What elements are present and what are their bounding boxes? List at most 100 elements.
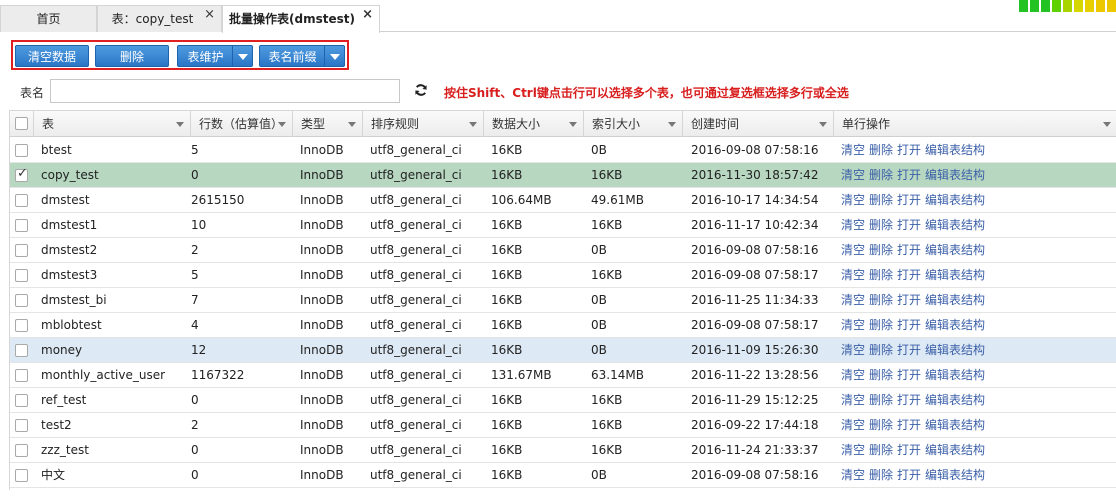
edit-structure-link[interactable]: 编辑表结构: [925, 443, 985, 457]
column-menu-icon[interactable]: [668, 122, 676, 127]
column-menu-icon[interactable]: [569, 122, 577, 127]
row-checkbox[interactable]: [15, 469, 28, 482]
table-row[interactable]: 中文 0 InnoDB utf8_general_ci 16KB 0B 2016-09-08…: [10, 463, 1116, 488]
clear-row-link[interactable]: 清空: [841, 343, 865, 357]
open-row-link[interactable]: 打开: [897, 268, 921, 282]
delete-button[interactable]: 删除: [95, 45, 169, 67]
delete-row-link[interactable]: 删除: [869, 343, 893, 357]
column-menu-icon[interactable]: [1103, 122, 1111, 127]
delete-row-link[interactable]: 删除: [869, 243, 893, 257]
close-icon[interactable]: ×: [362, 2, 373, 28]
open-row-link[interactable]: 打开: [897, 243, 921, 257]
table-row[interactable]: dmstest_bi 7 InnoDB utf8_general_ci 16KB 0B 20…: [10, 288, 1116, 313]
row-checkbox[interactable]: [15, 369, 28, 382]
row-checkbox[interactable]: [15, 244, 28, 257]
tab-batch-operation[interactable]: 批量操作表(dmstest) ×: [222, 5, 380, 33]
delete-row-link[interactable]: 删除: [869, 268, 893, 282]
row-checkbox[interactable]: [15, 269, 28, 282]
delete-row-link[interactable]: 删除: [869, 443, 893, 457]
column-header-type[interactable]: 类型: [293, 111, 363, 137]
edit-structure-link[interactable]: 编辑表结构: [925, 468, 985, 482]
edit-structure-link[interactable]: 编辑表结构: [925, 143, 985, 157]
edit-structure-link[interactable]: 编辑表结构: [925, 418, 985, 432]
edit-structure-link[interactable]: 编辑表结构: [925, 193, 985, 207]
table-row[interactable]: dmstest1 10 InnoDB utf8_general_ci 16KB 16KB 2…: [10, 213, 1116, 238]
table-row[interactable]: zzz_test 0 InnoDB utf8_general_ci 16KB 16KB 20…: [10, 438, 1116, 463]
select-all-checkbox[interactable]: [15, 117, 28, 130]
column-header-created[interactable]: 创建时间: [683, 111, 834, 137]
delete-row-link[interactable]: 删除: [869, 318, 893, 332]
table-row[interactable]: monthly_active_user 1167322 InnoDB utf8_gen…: [10, 363, 1116, 388]
row-checkbox[interactable]: [15, 419, 28, 432]
edit-structure-link[interactable]: 编辑表结构: [925, 368, 985, 382]
edit-structure-link[interactable]: 编辑表结构: [925, 293, 985, 307]
table-row[interactable]: copy_test 0 InnoDB utf8_general_ci 16KB 16KB 2…: [10, 163, 1116, 188]
column-menu-icon[interactable]: [819, 122, 827, 127]
row-checkbox[interactable]: [15, 319, 28, 332]
edit-structure-link[interactable]: 编辑表结构: [925, 318, 985, 332]
close-icon[interactable]: ×: [204, 2, 215, 28]
column-header-table[interactable]: 表: [34, 111, 191, 137]
row-checkbox[interactable]: [15, 219, 28, 232]
edit-structure-link[interactable]: 编辑表结构: [925, 243, 985, 257]
edit-structure-link[interactable]: 编辑表结构: [925, 218, 985, 232]
tab-copy-test[interactable]: 表：copy_test ×: [97, 5, 222, 32]
open-row-link[interactable]: 打开: [897, 143, 921, 157]
column-header-collation[interactable]: 排序规则: [363, 111, 484, 137]
clear-row-link[interactable]: 清空: [841, 268, 865, 282]
table-prefix-button[interactable]: 表名前缀: [259, 45, 345, 67]
row-checkbox[interactable]: [15, 166, 28, 182]
open-row-link[interactable]: 打开: [897, 168, 921, 182]
row-checkbox[interactable]: [15, 144, 28, 157]
row-checkbox[interactable]: [15, 344, 28, 357]
clear-row-link[interactable]: 清空: [841, 193, 865, 207]
column-header-index-size[interactable]: 索引大小: [584, 111, 683, 137]
row-checkbox[interactable]: [15, 294, 28, 307]
open-row-link[interactable]: 打开: [897, 218, 921, 232]
open-row-link[interactable]: 打开: [897, 418, 921, 432]
column-menu-icon[interactable]: [469, 122, 477, 127]
open-row-link[interactable]: 打开: [897, 293, 921, 307]
clear-row-link[interactable]: 清空: [841, 168, 865, 182]
column-menu-icon[interactable]: [278, 122, 286, 127]
table-row[interactable]: dmstest 2615150 InnoDB utf8_general_ci 106.6…: [10, 188, 1116, 213]
delete-row-link[interactable]: 删除: [869, 218, 893, 232]
edit-structure-link[interactable]: 编辑表结构: [925, 168, 985, 182]
table-row[interactable]: ref_test 0 InnoDB utf8_general_ci 16KB 16KB 20…: [10, 388, 1116, 413]
open-row-link[interactable]: 打开: [897, 393, 921, 407]
delete-row-link[interactable]: 删除: [869, 168, 893, 182]
open-row-link[interactable]: 打开: [897, 468, 921, 482]
clear-row-link[interactable]: 清空: [841, 368, 865, 382]
edit-structure-link[interactable]: 编辑表结构: [925, 268, 985, 282]
clear-data-button[interactable]: 清空数据: [15, 45, 89, 67]
column-header-data-size[interactable]: 数据大小: [484, 111, 584, 137]
column-header-row-ops[interactable]: 单行操作: [834, 111, 1116, 137]
table-row[interactable]: mblobtest 4 InnoDB utf8_general_ci 16KB 0B 201…: [10, 313, 1116, 338]
tab-home[interactable]: 首页: [0, 5, 97, 32]
row-checkbox[interactable]: [15, 444, 28, 457]
row-checkbox[interactable]: [15, 194, 28, 207]
clear-row-link[interactable]: 清空: [841, 218, 865, 232]
table-prefix-dropdown[interactable]: [324, 46, 344, 66]
clear-row-link[interactable]: 清空: [841, 243, 865, 257]
table-row[interactable]: btest 5 InnoDB utf8_general_ci 16KB 0B 2016-09…: [10, 138, 1116, 163]
clear-row-link[interactable]: 清空: [841, 143, 865, 157]
open-row-link[interactable]: 打开: [897, 318, 921, 332]
delete-row-link[interactable]: 删除: [869, 193, 893, 207]
row-checkbox[interactable]: [15, 394, 28, 407]
delete-row-link[interactable]: 删除: [869, 418, 893, 432]
table-row[interactable]: dmstest3 5 InnoDB utf8_general_ci 16KB 16KB 20…: [10, 263, 1116, 288]
clear-row-link[interactable]: 清空: [841, 418, 865, 432]
column-menu-icon[interactable]: [348, 122, 356, 127]
clear-row-link[interactable]: 清空: [841, 443, 865, 457]
clear-row-link[interactable]: 清空: [841, 393, 865, 407]
open-row-link[interactable]: 打开: [897, 193, 921, 207]
clear-row-link[interactable]: 清空: [841, 293, 865, 307]
delete-row-link[interactable]: 删除: [869, 143, 893, 157]
delete-row-link[interactable]: 删除: [869, 368, 893, 382]
refresh-icon[interactable]: [414, 83, 428, 97]
column-menu-icon[interactable]: [176, 122, 184, 127]
delete-row-link[interactable]: 删除: [869, 468, 893, 482]
open-row-link[interactable]: 打开: [897, 368, 921, 382]
table-maintenance-dropdown[interactable]: [232, 46, 252, 66]
